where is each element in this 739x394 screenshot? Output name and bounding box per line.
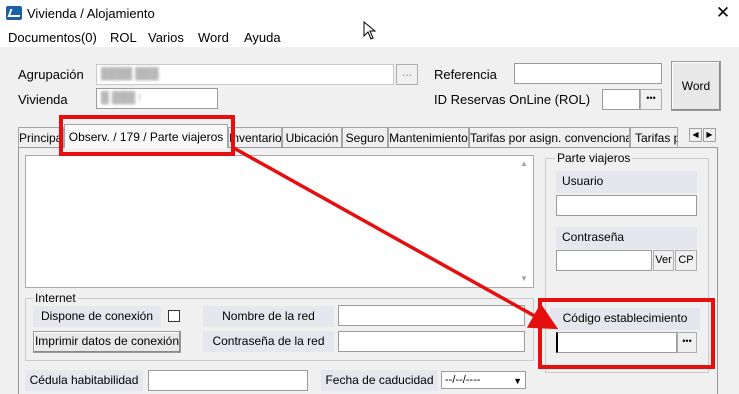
annotation-arrow — [231, 145, 559, 330]
